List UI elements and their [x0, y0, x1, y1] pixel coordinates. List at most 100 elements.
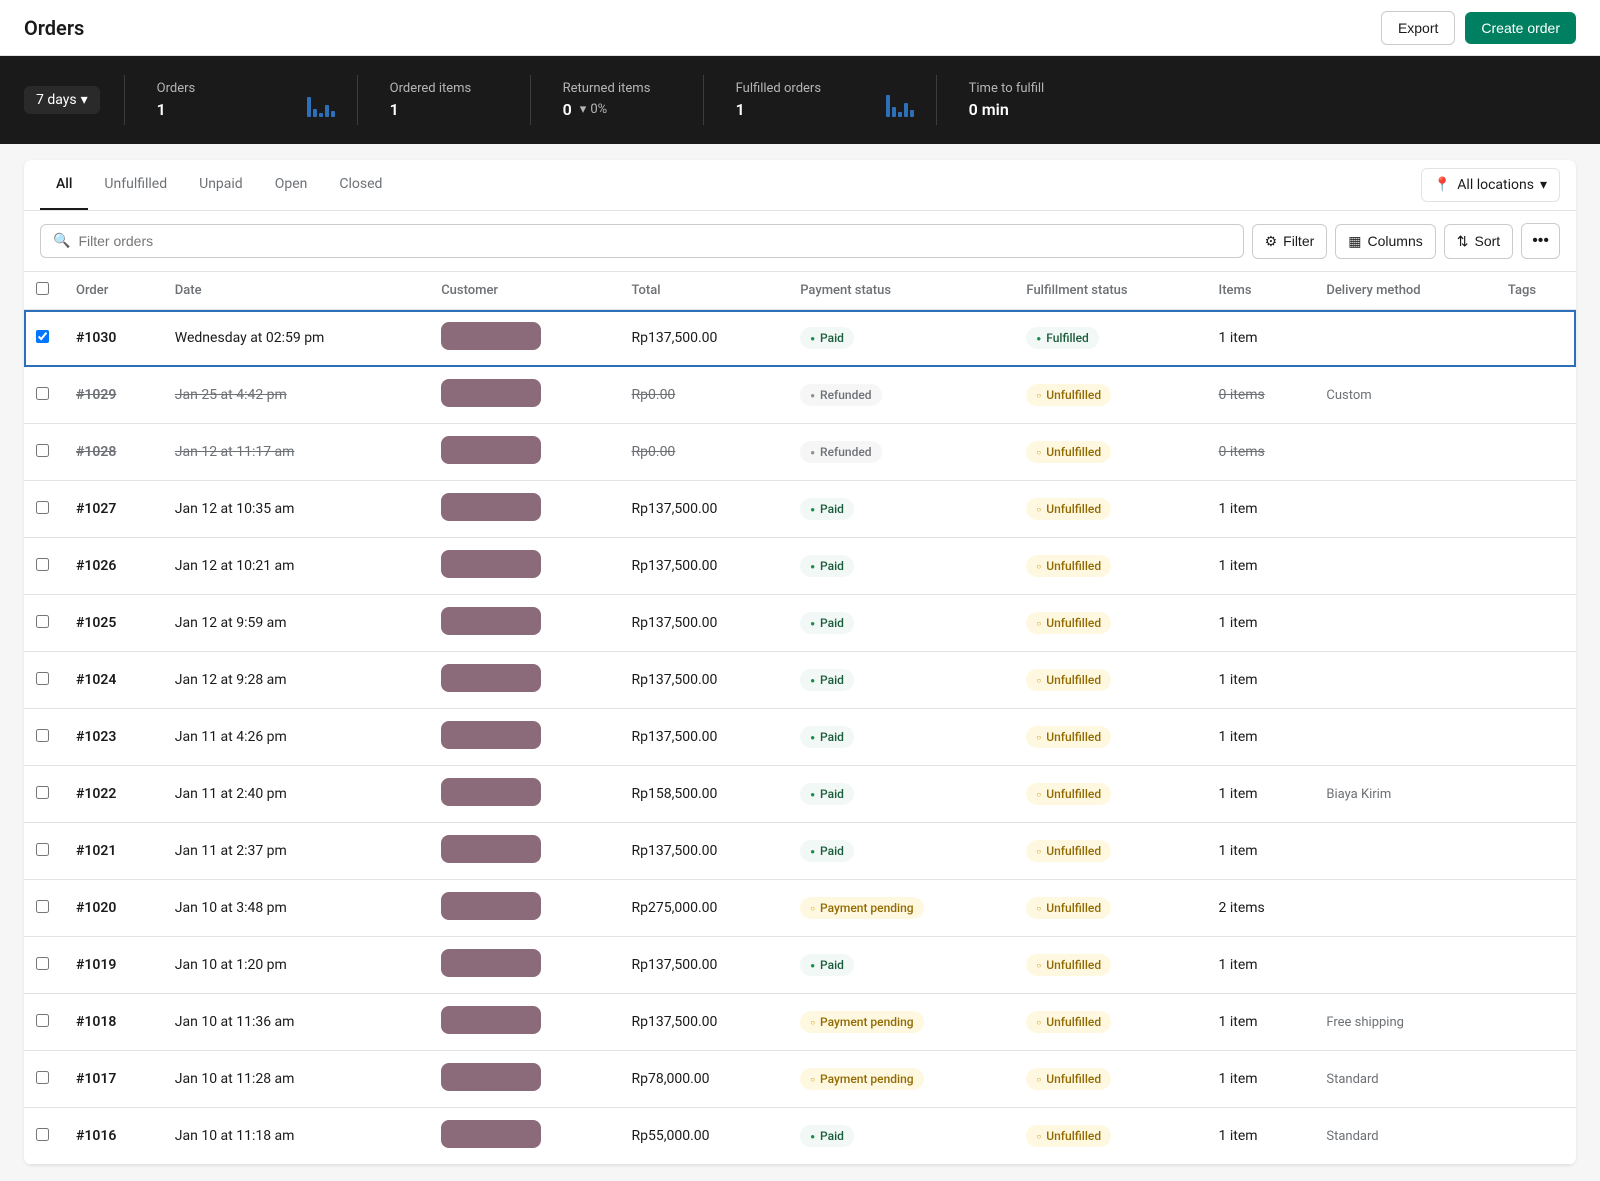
row-checkbox-cell[interactable]	[24, 994, 64, 1051]
row-checkbox[interactable]	[36, 786, 49, 799]
tab-closed[interactable]: Closed	[323, 160, 398, 210]
table-row[interactable]: #1027 Jan 12 at 10:35 am Rp137,500.00 Pa…	[24, 481, 1576, 538]
table-row[interactable]: #1030 Wednesday at 02:59 pm Rp137,500.00…	[24, 310, 1576, 367]
tab-unfulfilled[interactable]: Unfulfilled	[88, 160, 183, 210]
tabs-bar: All Unfulfilled Unpaid Open Closed 📍 All…	[24, 160, 1576, 211]
table-row[interactable]: #1025 Jan 12 at 9:59 am Rp137,500.00 Pai…	[24, 595, 1576, 652]
row-checkbox-cell[interactable]	[24, 766, 64, 823]
row-order-number[interactable]: #1020	[64, 880, 163, 937]
table-row[interactable]: #1026 Jan 12 at 10:21 am Rp137,500.00 Pa…	[24, 538, 1576, 595]
order-link[interactable]: #1024	[76, 672, 116, 688]
export-button[interactable]: Export	[1381, 11, 1455, 45]
row-checkbox[interactable]	[36, 1071, 49, 1084]
order-link[interactable]: #1018	[76, 1014, 116, 1030]
row-order-number[interactable]: #1029	[64, 367, 163, 424]
row-order-number[interactable]: #1030	[64, 310, 163, 367]
row-order-number[interactable]: #1018	[64, 994, 163, 1051]
table-row[interactable]: #1020 Jan 10 at 3:48 pm Rp275,000.00 Pay…	[24, 880, 1576, 937]
row-total: Rp137,500.00	[620, 538, 789, 595]
order-link[interactable]: #1025	[76, 615, 116, 631]
row-checkbox[interactable]	[36, 672, 49, 685]
row-checkbox[interactable]	[36, 843, 49, 856]
order-link[interactable]: #1017	[76, 1071, 116, 1087]
location-selector[interactable]: 📍 All locations ▾	[1421, 168, 1560, 202]
row-checkbox-cell[interactable]	[24, 937, 64, 994]
order-link[interactable]: #1016	[76, 1128, 116, 1144]
table-row[interactable]: #1022 Jan 11 at 2:40 pm Rp158,500.00 Pai…	[24, 766, 1576, 823]
days-selector[interactable]: 7 days ▾	[24, 86, 100, 114]
order-link[interactable]: #1022	[76, 786, 116, 802]
row-checkbox[interactable]	[36, 501, 49, 514]
row-checkbox-cell[interactable]	[24, 823, 64, 880]
row-order-number[interactable]: #1027	[64, 481, 163, 538]
row-order-number[interactable]: #1019	[64, 937, 163, 994]
filter-button[interactable]: ⚙ Filter	[1252, 224, 1328, 259]
table-row[interactable]: #1018 Jan 10 at 11:36 am Rp137,500.00 Pa…	[24, 994, 1576, 1051]
col-items: Items	[1207, 272, 1315, 310]
row-checkbox[interactable]	[36, 1014, 49, 1027]
table-row[interactable]: #1021 Jan 11 at 2:37 pm Rp137,500.00 Pai…	[24, 823, 1576, 880]
more-options-button[interactable]: •••	[1521, 223, 1560, 259]
row-checkbox[interactable]	[36, 387, 49, 400]
row-checkbox-cell[interactable]	[24, 538, 64, 595]
row-checkbox[interactable]	[36, 330, 49, 343]
search-input[interactable]	[78, 233, 1230, 249]
order-link[interactable]: #1028	[76, 444, 116, 460]
row-checkbox-cell[interactable]	[24, 481, 64, 538]
order-link[interactable]: #1027	[76, 501, 116, 517]
col-delivery-method: Delivery method	[1314, 272, 1496, 310]
row-checkbox[interactable]	[36, 558, 49, 571]
fulfillment-status-badge: Unfulfilled	[1026, 897, 1111, 919]
order-link[interactable]: #1030	[76, 330, 116, 346]
order-link[interactable]: #1020	[76, 900, 116, 916]
row-checkbox-cell[interactable]	[24, 367, 64, 424]
tab-unpaid[interactable]: Unpaid	[183, 160, 259, 210]
row-checkbox-cell[interactable]	[24, 310, 64, 367]
table-row[interactable]: #1017 Jan 10 at 11:28 am Rp78,000.00 Pay…	[24, 1051, 1576, 1108]
row-order-number[interactable]: #1017	[64, 1051, 163, 1108]
create-order-button[interactable]: Create order	[1465, 12, 1576, 44]
row-checkbox-cell[interactable]	[24, 652, 64, 709]
table-row[interactable]: #1028 Jan 12 at 11:17 am Rp0.00 Refunded…	[24, 424, 1576, 481]
select-all-checkbox[interactable]	[36, 282, 49, 295]
row-checkbox[interactable]	[36, 957, 49, 970]
row-order-number[interactable]: #1028	[64, 424, 163, 481]
row-checkbox[interactable]	[36, 900, 49, 913]
sort-button[interactable]: ⇅ Sort	[1444, 224, 1513, 259]
order-link[interactable]: #1021	[76, 843, 116, 859]
columns-button[interactable]: ▦ Columns	[1335, 224, 1435, 259]
order-link[interactable]: #1019	[76, 957, 116, 973]
order-link[interactable]: #1026	[76, 558, 116, 574]
row-checkbox[interactable]	[36, 615, 49, 628]
table-row[interactable]: #1019 Jan 10 at 1:20 pm Rp137,500.00 Pai…	[24, 937, 1576, 994]
row-total: Rp275,000.00	[620, 880, 789, 937]
order-link[interactable]: #1029	[76, 387, 116, 403]
row-checkbox-cell[interactable]	[24, 424, 64, 481]
row-order-number[interactable]: #1026	[64, 538, 163, 595]
row-tags	[1496, 823, 1576, 880]
row-checkbox-cell[interactable]	[24, 1051, 64, 1108]
row-checkbox-cell[interactable]	[24, 709, 64, 766]
row-checkbox[interactable]	[36, 729, 49, 742]
filter-label: Filter	[1283, 233, 1314, 249]
row-order-number[interactable]: #1024	[64, 652, 163, 709]
table-row[interactable]: #1016 Jan 10 at 11:18 am Rp55,000.00 Pai…	[24, 1108, 1576, 1165]
row-checkbox[interactable]	[36, 1128, 49, 1141]
row-order-number[interactable]: #1016	[64, 1108, 163, 1165]
row-order-number[interactable]: #1023	[64, 709, 163, 766]
select-all-header[interactable]	[24, 272, 64, 310]
row-order-number[interactable]: #1022	[64, 766, 163, 823]
row-checkbox-cell[interactable]	[24, 880, 64, 937]
table-row[interactable]: #1023 Jan 11 at 4:26 pm Rp137,500.00 Pai…	[24, 709, 1576, 766]
row-checkbox[interactable]	[36, 444, 49, 457]
tab-all[interactable]: All	[40, 160, 88, 210]
row-checkbox-cell[interactable]	[24, 1108, 64, 1165]
table-row[interactable]: #1029 Jan 25 at 4:42 pm Rp0.00 Refunded …	[24, 367, 1576, 424]
row-payment-status: Payment pending	[788, 880, 1014, 937]
table-row[interactable]: #1024 Jan 12 at 9:28 am Rp137,500.00 Pai…	[24, 652, 1576, 709]
row-order-number[interactable]: #1025	[64, 595, 163, 652]
tab-open[interactable]: Open	[259, 160, 324, 210]
order-link[interactable]: #1023	[76, 729, 116, 745]
row-checkbox-cell[interactable]	[24, 595, 64, 652]
row-order-number[interactable]: #1021	[64, 823, 163, 880]
